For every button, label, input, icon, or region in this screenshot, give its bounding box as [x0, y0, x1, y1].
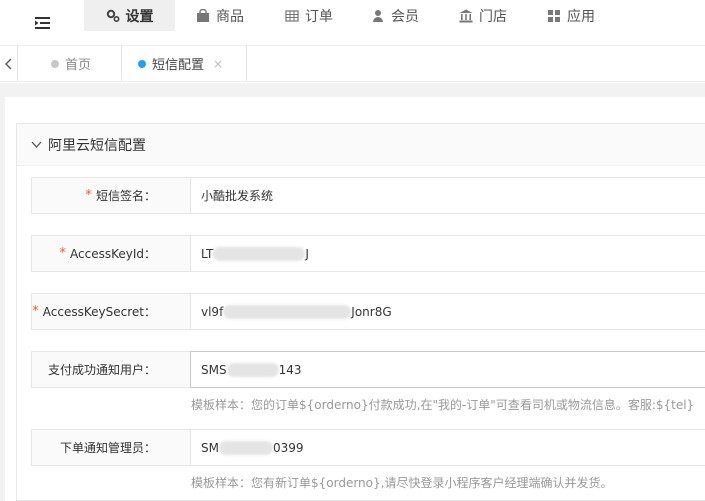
tab-active-dot [138, 59, 146, 68]
access-key-id-label-text: AccessKeyId： [70, 247, 156, 261]
order-notify-admin-label: 下单通知管理员： [31, 429, 191, 466]
access-key-secret-value-start: vl9f [201, 304, 224, 319]
order-notify-admin-hint: 模板样本：您有新订单${orderno},请尽快登录小程序客户经理端确认并发货。 [191, 476, 613, 490]
redaction-blur [226, 362, 279, 377]
nav-stores-label: 门店 [479, 8, 507, 25]
required-mark: * [32, 304, 39, 319]
nav-stores[interactable]: 门店 [437, 0, 529, 31]
payment-notify-input[interactable]: SMS 143 [190, 351, 705, 388]
nav-members-label: 会员 [391, 8, 419, 25]
payment-notify-value-end: 143 [278, 362, 302, 377]
access-key-secret-value-end: Jonr8G [351, 304, 392, 319]
payment-notify-label-text: 支付成功通知用户： [47, 363, 156, 377]
chevron-left-icon [5, 58, 12, 69]
gear-icon [106, 9, 120, 23]
nav-settings-label: 设置 [125, 8, 154, 25]
tab-sms-config-label: 短信配置 [152, 58, 205, 73]
nav-apps[interactable]: 应用 [529, 0, 613, 31]
sms-signature-input[interactable]: 小酷批发系统 [190, 177, 705, 214]
grid-icon [547, 9, 561, 23]
nav-settings[interactable]: 设置 [84, 0, 175, 31]
redaction-blur [213, 246, 306, 261]
required-mark: * [85, 188, 92, 203]
payment-notify-hint: 模板样本：您的订单${orderno}付款成功,在"我的-订单"可查看司机或物流… [191, 398, 695, 412]
order-notify-admin-label-text: 下单通知管理员： [59, 441, 156, 455]
access-key-id-value-end: J [305, 246, 309, 261]
redaction-blur [218, 440, 273, 455]
redaction-blur [223, 304, 352, 319]
bank-icon [459, 9, 473, 23]
order-notify-admin-value-end: 0399 [272, 440, 304, 455]
access-key-secret-label: * AccessKeySecret： [31, 293, 191, 330]
nav-members[interactable]: 会员 [353, 0, 437, 31]
nav-products-label: 商品 [216, 8, 244, 25]
bag-icon [196, 8, 210, 23]
access-key-id-input[interactable]: LT J [190, 235, 705, 272]
nav-orders[interactable]: 订单 [265, 0, 353, 31]
tab-bar: 首页 短信配置 × [0, 45, 705, 82]
section-title: 阿里云短信配置 [48, 137, 146, 154]
access-key-id-value-start: LT [201, 246, 214, 261]
close-icon[interactable]: × [213, 57, 223, 71]
nav-orders-label: 订单 [305, 8, 333, 25]
nav-products[interactable]: 商品 [175, 0, 265, 31]
menu-indent-icon [34, 16, 50, 29]
sms-signature-label-text: 短信签名： [95, 189, 156, 203]
access-key-id-label: * AccessKeyId： [31, 235, 191, 272]
nav-apps-label: 应用 [567, 8, 595, 25]
order-notify-admin-input[interactable]: SM 0399 [190, 429, 705, 466]
sms-signature-label: * 短信签名： [31, 177, 191, 214]
menu-toggle-button[interactable] [0, 0, 84, 45]
access-key-secret-label-text: AccessKeySecret： [42, 305, 156, 319]
access-key-secret-input[interactable]: vl9f Jonr8G [190, 293, 705, 330]
order-notify-admin-value-start: SM [201, 440, 219, 455]
required-mark: * [59, 246, 67, 261]
tab-home[interactable]: 首页 [18, 46, 122, 81]
table-icon [285, 9, 299, 23]
sms-signature-value: 小酷批发系统 [201, 189, 274, 203]
chevron-down-icon [31, 141, 42, 148]
payment-notify-value-start: SMS [201, 362, 227, 377]
payment-notify-label: 支付成功通知用户： [31, 351, 191, 388]
top-nav: 设置 商品 订单 会员 门店 应用 [0, 0, 705, 45]
tab-scroll-left-button[interactable] [0, 46, 18, 81]
tab-home-label: 首页 [65, 58, 92, 73]
section-header[interactable]: 阿里云短信配置 [17, 124, 705, 166]
user-icon [371, 9, 385, 23]
tab-sms-config[interactable]: 短信配置 × [122, 46, 247, 81]
tab-status-dot [51, 59, 59, 68]
